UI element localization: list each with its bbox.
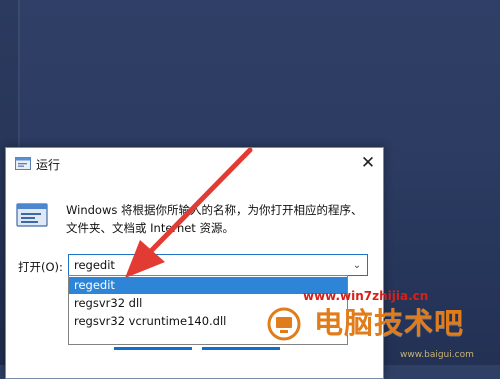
watermark-logo-icon — [267, 307, 301, 341]
watermark-brand: 电脑技术吧 — [314, 306, 465, 340]
watermark-sub: www.baigui.com — [400, 350, 474, 360]
